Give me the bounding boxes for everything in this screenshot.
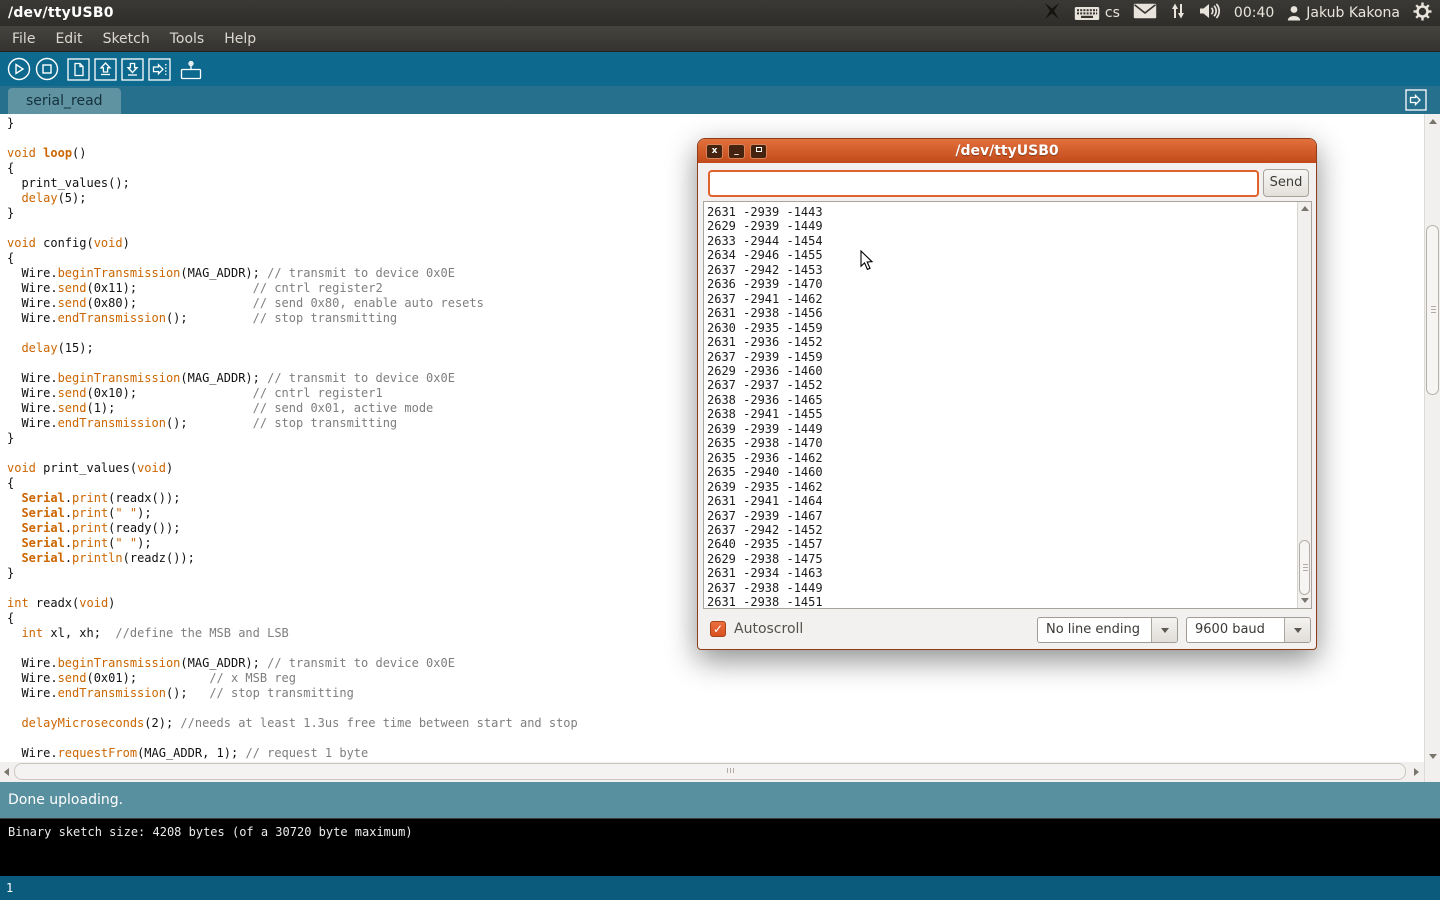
menu-sketch[interactable]: Sketch [93, 31, 160, 47]
baud-value: 9600 baud [1187, 618, 1284, 642]
serial-window-title: /dev/ttyUSB0 [698, 143, 1316, 159]
serial-controls-row: ✓ Autoscroll No line ending 9600 baud [698, 617, 1316, 645]
code-line: Wire.requestFrom(MAG_ADDR, 1); // reques… [7, 746, 1424, 761]
menu-edit[interactable]: Edit [45, 31, 92, 47]
footer-strip: 1 [0, 876, 1440, 900]
window-title: /dev/ttyUSB0 [8, 5, 114, 21]
screen: /dev/ttyUSB0 cs [0, 0, 1440, 900]
serial-output-text: 2631 -2939 -1443 2629 -2939 -1449 2633 -… [704, 202, 1297, 608]
autoscroll-checkbox[interactable]: ✓ [710, 621, 726, 637]
volume-icon[interactable] [1199, 3, 1221, 23]
maximize-icon[interactable] [750, 144, 767, 159]
console-line: Binary sketch size: 4208 bytes (of a 307… [8, 825, 413, 839]
stop-button[interactable] [33, 55, 61, 83]
serial-window-titlebar[interactable]: /dev/ttyUSB0 x _ [698, 139, 1316, 163]
keyboard-indicator[interactable]: cs [1074, 5, 1120, 22]
sync-arrows-icon[interactable] [1170, 2, 1186, 24]
play-icon [5, 55, 33, 83]
status-bar: Done uploading. [0, 782, 1440, 818]
tab-label: serial_read [26, 93, 103, 109]
scrollbar-thumb[interactable] [1299, 540, 1310, 595]
line-indicator: 1 [6, 881, 13, 895]
code-line: Wire.send(0x01); // x MSB reg [7, 671, 1424, 686]
desktop-panel: /dev/ttyUSB0 cs [0, 0, 1440, 26]
console: Binary sketch size: 4208 bytes (of a 307… [0, 818, 1440, 876]
tab-menu-button[interactable] [1405, 89, 1427, 111]
serial-monitor-window: /dev/ttyUSB0 x _ Send 2631 -2939 -1443 2… [697, 138, 1317, 650]
mail-icon[interactable] [1133, 3, 1157, 23]
save-sketch-button[interactable] [121, 58, 144, 81]
keyboard-layout-icon [1074, 5, 1100, 22]
serial-send-input[interactable] [708, 170, 1259, 197]
status-message: Done uploading. [8, 792, 123, 808]
mouse-cursor [860, 250, 874, 275]
menu-help[interactable]: Help [214, 31, 266, 47]
code-line [7, 731, 1424, 746]
new-sketch-button[interactable] [67, 58, 90, 81]
serial-output-area[interactable]: 2631 -2939 -1443 2629 -2939 -1449 2633 -… [703, 201, 1312, 609]
chevron-down-icon[interactable] [1151, 618, 1177, 642]
open-sketch-button[interactable] [94, 58, 117, 81]
code-line [7, 701, 1424, 716]
baud-select[interactable]: 9600 baud [1186, 617, 1311, 643]
send-button[interactable]: Send [1263, 169, 1309, 197]
line-ending-select[interactable]: No line ending [1037, 617, 1178, 643]
verify-button[interactable] [5, 55, 33, 83]
clock[interactable]: 00:40 [1234, 5, 1274, 21]
boxed-arrow-icon [1405, 89, 1427, 111]
upload-button[interactable] [148, 58, 171, 81]
minimize-icon[interactable]: _ [728, 144, 745, 159]
menu-tools[interactable]: Tools [160, 31, 215, 47]
user-icon [1287, 5, 1301, 21]
tabbar: serial_read [0, 86, 1440, 114]
code-line: delayMicroseconds(2); //needs at least 1… [7, 716, 1424, 731]
code-line: } [7, 116, 1424, 131]
serial-vertical-scrollbar[interactable] [1297, 202, 1311, 608]
stop-icon [33, 55, 61, 83]
editor-horizontal-scrollbar[interactable] [0, 762, 1424, 782]
autoscroll-label: Autoscroll [734, 621, 803, 637]
user-menu[interactable]: Jakub Kakona [1287, 5, 1400, 21]
scrollbar-thumb[interactable] [14, 763, 1406, 780]
system-tray: cs 00:40 J [1043, 2, 1432, 25]
gear-icon[interactable] [1413, 2, 1432, 25]
code-line: Wire.beginTransmission(MAG_ADDR); // tra… [7, 656, 1424, 671]
arrow-right-icon [148, 58, 171, 81]
editor-vertical-scrollbar[interactable] [1424, 114, 1440, 782]
serial-monitor-button[interactable] [178, 58, 204, 81]
scrollbar-thumb[interactable] [1426, 225, 1439, 395]
arrow-down-icon [121, 58, 144, 81]
code-line: Wire.endTransmission(); // stop transmit… [7, 686, 1424, 701]
menubar: FileEditSketchToolsHelp [0, 26, 1440, 52]
serial-monitor-icon [178, 58, 204, 81]
menu-file[interactable]: File [2, 31, 45, 47]
toolbar [0, 52, 1440, 86]
tab-serial-read[interactable]: serial_read [8, 88, 121, 114]
app-pinwheel-icon[interactable] [1043, 2, 1061, 24]
line-ending-value: No line ending [1038, 618, 1151, 642]
username: Jakub Kakona [1306, 5, 1400, 21]
keyboard-layout-label: cs [1105, 5, 1120, 21]
close-icon[interactable]: x [706, 144, 723, 159]
window-controls: x _ [706, 144, 767, 159]
arrow-up-icon [94, 58, 117, 81]
chevron-down-icon[interactable] [1284, 618, 1310, 642]
new-document-icon [67, 58, 90, 81]
